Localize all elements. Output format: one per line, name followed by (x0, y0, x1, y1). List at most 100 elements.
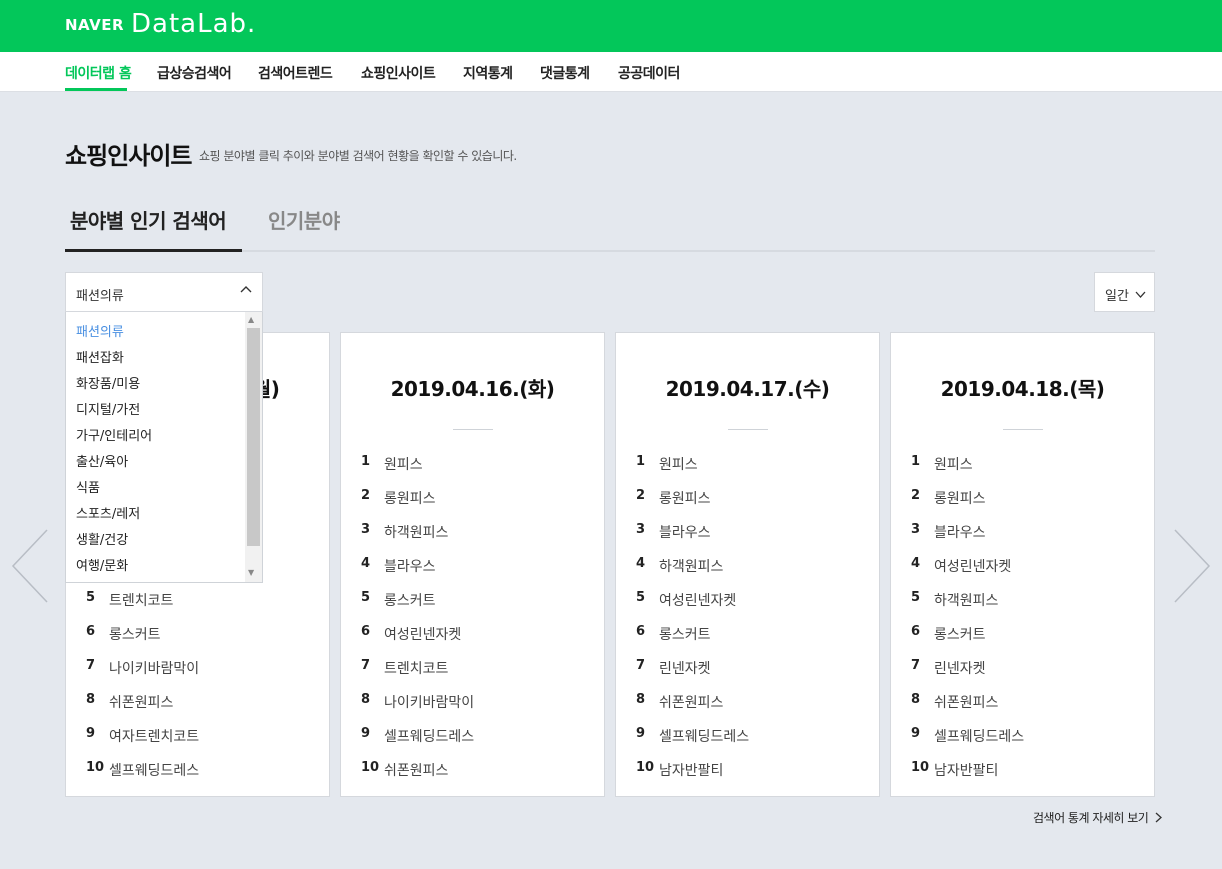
rank-keyword[interactable]: 트렌치코트 (384, 658, 448, 678)
rank-number: 5 (911, 590, 921, 605)
rank-keyword[interactable]: 셀프웨딩드레스 (109, 760, 199, 780)
rank-keyword[interactable]: 원피스 (934, 454, 973, 474)
page-title: 쇼핑인사이트 (65, 142, 192, 170)
ranking-card: 2019.04.18.(목) 1 원피스 2 롱원피스 3 블라우스 4 여성린넨자켓 5 하객원피… (890, 332, 1155, 797)
rank-keyword[interactable]: 쉬폰원피스 (934, 692, 998, 712)
rank-keyword[interactable]: 여자트렌치코트 (109, 726, 199, 746)
rank-keyword[interactable]: 린넨자켓 (934, 658, 986, 678)
rank-keyword[interactable]: 셀프웨딩드레스 (384, 726, 474, 746)
rank-keyword[interactable]: 나이키바람막이 (109, 658, 199, 678)
rank-keyword[interactable]: 트렌치코트 (109, 590, 173, 610)
card-divider (1003, 429, 1043, 430)
rank-keyword[interactable]: 남자반팔티 (934, 760, 998, 780)
rank-keyword[interactable]: 원피스 (659, 454, 698, 474)
rank-keyword[interactable]: 하객원피스 (659, 556, 723, 576)
card-divider (728, 429, 768, 430)
dropdown-option[interactable]: 패션잡화 (76, 347, 124, 366)
rank-keyword[interactable]: 나이키바람막이 (384, 692, 474, 712)
tab-popular-categories[interactable]: 인기분야 (268, 205, 340, 234)
rank-number: 3 (361, 522, 371, 537)
chevron-left-icon[interactable] (10, 528, 50, 608)
dropdown-option[interactable]: 가구/인테리어 (76, 425, 152, 444)
more-stats-link[interactable]: 검색어 통계 자세히 보기 (1033, 809, 1162, 826)
nav-item-home[interactable]: 데이터랩 홈 (65, 63, 132, 83)
rank-number: 1 (361, 454, 371, 469)
rank-keyword[interactable]: 남자반팔티 (659, 760, 723, 780)
rank-keyword[interactable]: 롱스커트 (384, 590, 436, 610)
rank-keyword[interactable]: 여성린넨자켓 (934, 556, 1011, 576)
naver-logo[interactable]: NAVER (65, 16, 124, 34)
tab-category-keywords[interactable]: 분야별 인기 검색어 (70, 205, 227, 234)
card-date: 2019.04.16.(화) (390, 377, 555, 401)
rank-keyword[interactable]: 롱원피스 (934, 488, 986, 508)
nav-item-comment-stats[interactable]: 댓글통계 (540, 63, 590, 83)
rank-number: 1 (911, 454, 921, 469)
rank-number: 9 (86, 726, 96, 741)
rank-keyword[interactable]: 여성린넨자켓 (659, 590, 736, 610)
rank-keyword[interactable]: 블라우스 (384, 556, 436, 576)
nav-item-search-trend[interactable]: 검색어트렌드 (258, 63, 333, 83)
dropdown-option[interactable]: 화장품/미용 (76, 373, 140, 392)
rank-keyword[interactable]: 롱스커트 (934, 624, 986, 644)
rank-number: 6 (636, 624, 646, 639)
rank-keyword[interactable]: 하객원피스 (384, 522, 448, 542)
card-date: 2019.04.18.(목) (940, 377, 1105, 401)
rank-keyword[interactable]: 롱원피스 (384, 488, 436, 508)
rank-keyword[interactable]: 쉬폰원피스 (659, 692, 723, 712)
nav-item-regional-stats[interactable]: 지역통계 (463, 63, 513, 83)
page-description: 쇼핑 분야별 클릭 추이와 분야별 검색어 현황을 확인할 수 있습니다. (199, 149, 517, 163)
dropdown-option[interactable]: 디지털/가전 (76, 399, 140, 418)
rank-number: 10 (911, 760, 930, 775)
period-select[interactable]: 일간 (1094, 272, 1155, 312)
rank-keyword[interactable]: 블라우스 (659, 522, 711, 542)
rank-keyword[interactable]: 여성린넨자켓 (384, 624, 461, 644)
rank-keyword[interactable]: 린넨자켓 (659, 658, 711, 678)
rank-number: 10 (636, 760, 655, 775)
rank-keyword[interactable]: 원피스 (384, 454, 423, 474)
rank-keyword[interactable]: 롱스커트 (109, 624, 161, 644)
period-select-value: 일간 (1105, 289, 1129, 304)
scrollbar-thumb[interactable] (247, 328, 260, 546)
rank-keyword[interactable]: 하객원피스 (934, 590, 998, 610)
dropdown-option[interactable]: 식품 (76, 477, 100, 496)
nav-item-rising-keywords[interactable]: 급상승검색어 (157, 63, 232, 83)
chevron-right-icon[interactable] (1172, 528, 1212, 608)
main-nav: 데이터랩 홈 급상승검색어 검색어트렌드 쇼핑인사이트 지역통계 댓글통계 공공… (0, 52, 1222, 92)
top-bar: NAVER DataLab. (0, 0, 1222, 52)
rank-number: 8 (86, 692, 96, 707)
rank-number: 6 (86, 624, 96, 639)
dropdown-option[interactable]: 여행/문화 (76, 555, 128, 574)
rank-number: 1 (636, 454, 646, 469)
dropdown-scrollbar[interactable]: ▲ ▼ (245, 312, 262, 582)
chevron-down-icon (1135, 286, 1146, 305)
nav-item-shopping-insight[interactable]: 쇼핑인사이트 (361, 63, 436, 83)
chevron-up-icon (240, 283, 252, 301)
rank-number: 4 (636, 556, 646, 571)
rank-keyword[interactable]: 셀프웨딩드레스 (659, 726, 749, 746)
datalab-logo[interactable]: DataLab. (131, 9, 256, 39)
tab-active-indicator (65, 249, 242, 252)
rank-keyword[interactable]: 롱원피스 (659, 488, 711, 508)
nav-item-public-data[interactable]: 공공데이터 (618, 63, 680, 83)
rank-number: 7 (636, 658, 646, 673)
rank-keyword[interactable]: 셀프웨딩드레스 (934, 726, 1024, 746)
rank-number: 6 (361, 624, 371, 639)
rank-keyword[interactable]: 쉬폰원피스 (109, 692, 173, 712)
rank-keyword[interactable]: 블라우스 (934, 522, 986, 542)
dropdown-option[interactable]: 스포츠/레저 (76, 503, 140, 522)
category-select[interactable]: 패션의류 (65, 272, 263, 312)
category-dropdown-list[interactable]: 패션의류 패션잡화 화장품/미용 디지털/가전 가구/인테리어 출산/육아 식품… (65, 312, 263, 583)
chevron-right-icon (1155, 812, 1162, 826)
rank-number: 10 (86, 760, 105, 775)
rank-keyword[interactable]: 쉬폰원피스 (384, 760, 448, 780)
rank-number: 2 (911, 488, 921, 503)
dropdown-option[interactable]: 패션의류 (76, 321, 124, 340)
more-stats-link-label: 검색어 통계 자세히 보기 (1033, 811, 1149, 825)
scroll-down-icon[interactable]: ▼ (248, 568, 254, 577)
dropdown-option[interactable]: 생활/건강 (76, 529, 128, 548)
rank-keyword[interactable]: 롱스커트 (659, 624, 711, 644)
rank-number: 9 (911, 726, 921, 741)
scroll-up-icon[interactable]: ▲ (248, 315, 254, 324)
dropdown-option[interactable]: 출산/육아 (76, 451, 128, 470)
card-date: 2019.04.17.(수) (665, 377, 830, 401)
